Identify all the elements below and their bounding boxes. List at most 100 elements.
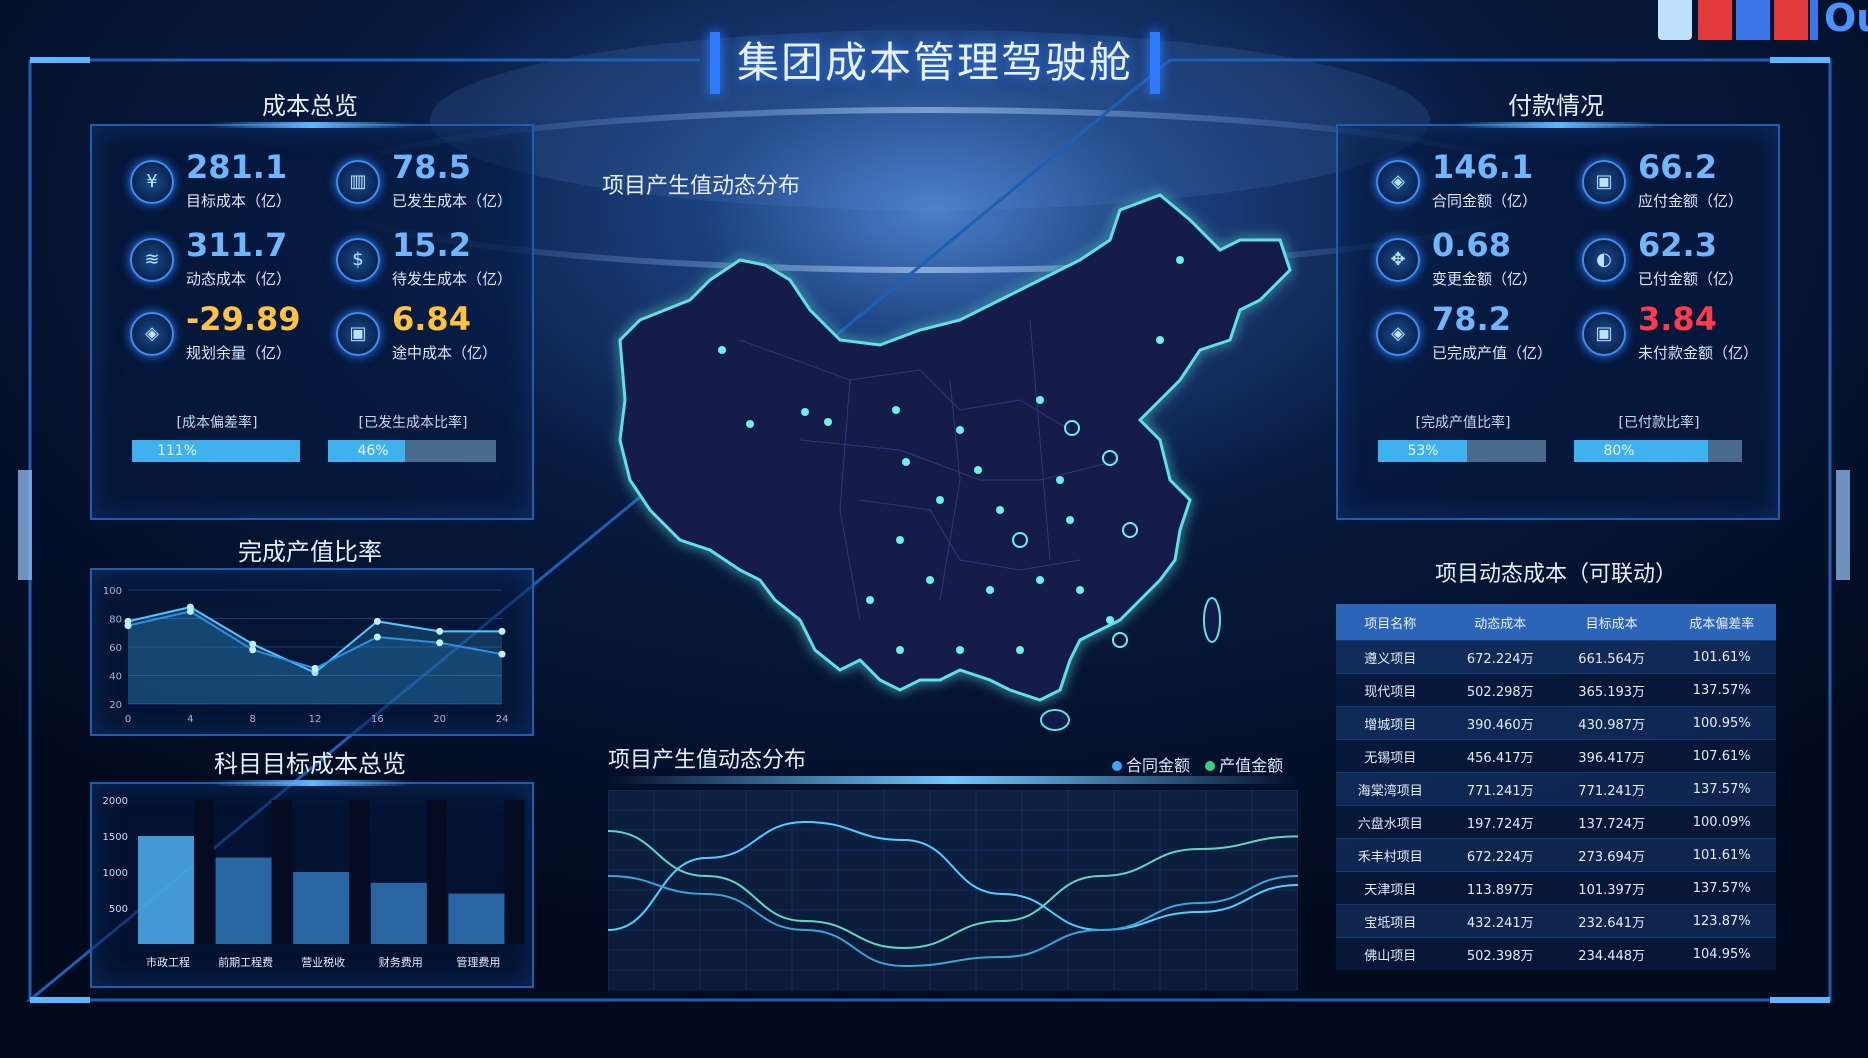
table-cell: 100.95%	[1667, 706, 1776, 740]
table-cell: 234.448万	[1555, 937, 1668, 970]
table-cell: 502.298万	[1444, 673, 1556, 707]
payment-title: 付款情况	[1508, 92, 1604, 120]
ratio-label: [完成产值比率]	[1415, 415, 1511, 431]
ratio-label: [已付款比率]	[1618, 415, 1700, 431]
table-cell: 宝坻项目	[1336, 904, 1445, 938]
kpi-value: 311.7	[186, 226, 288, 264]
x-tick-label: 0	[125, 714, 131, 725]
output-ratio-title: 完成产值比率	[238, 538, 382, 566]
box-icon: ▣	[1582, 160, 1626, 204]
kpi-card: ▣ 66.2 应付金额（亿）	[1582, 148, 1782, 216]
y-tick-label: 1500	[103, 832, 128, 843]
bar-shadow	[504, 800, 525, 944]
ratio-progress-bar: 46%	[328, 440, 496, 462]
table-cell: 430.987万	[1555, 706, 1668, 740]
data-point	[498, 650, 506, 658]
table-cell: 432.241万	[1444, 904, 1556, 938]
kpi-card: ¥281.1 目标成本（亿）	[130, 148, 330, 216]
ratio-progress-bar: 111%	[132, 440, 300, 462]
brand-text: Ou	[1824, 0, 1868, 40]
table-cell: 现代项目	[1336, 673, 1445, 707]
table-row[interactable]: 现代项目 502.298万 365.193万 137.57%	[1336, 673, 1776, 707]
page-header: 集团成本管理驾驶舱	[700, 28, 1170, 98]
data-point	[124, 622, 132, 630]
kpi-card: ◈ 146.1 合同金额（亿）	[1376, 148, 1576, 216]
ratio-value: 53%	[1407, 443, 1439, 459]
table-cell: 104.95%	[1667, 937, 1776, 970]
data-point	[249, 646, 257, 654]
table-cell: 113.897万	[1444, 871, 1556, 905]
hainan-island	[1040, 709, 1070, 731]
table-row[interactable]: 遵义项目 672.224万 661.564万 101.61%	[1336, 640, 1776, 674]
kpi-label: 目标成本（亿）	[186, 192, 292, 210]
y-tick-label: 20	[109, 700, 122, 711]
y-tick-label: 100	[103, 586, 122, 597]
x-tick-label: 市政工程	[146, 955, 190, 969]
bar-shadow	[194, 800, 214, 944]
bar-shadow	[349, 800, 370, 944]
bar	[293, 872, 350, 944]
panel-glow	[212, 122, 412, 128]
kpi-label: 应付金额（亿）	[1638, 192, 1744, 210]
kpi-label: 待发生成本（亿）	[392, 270, 513, 288]
table-cell: 123.87%	[1667, 904, 1776, 938]
chart-icon: ▥	[336, 160, 380, 204]
china-outline	[618, 193, 1292, 702]
kpi-value: 78.5	[392, 148, 471, 186]
kpi-label: 未付款金额（亿）	[1638, 344, 1759, 362]
ratio-value: 80%	[1603, 443, 1635, 459]
kpi-value: 6.84	[392, 300, 471, 338]
kpi-value: 281.1	[186, 148, 288, 186]
x-tick-label: 16	[371, 714, 384, 725]
y-tick-label: 40	[109, 672, 122, 683]
table-row[interactable]: 禾丰村项目 672.224万 273.694万 101.61%	[1336, 838, 1776, 872]
kpi-value: 66.2	[1638, 148, 1717, 186]
kpi-card: ◈ 78.2 已完成产值（亿）	[1376, 300, 1576, 368]
kpi-label: 途中成本（亿）	[392, 344, 498, 362]
table-row[interactable]: 六盘水项目 197.724万 137.724万 100.09%	[1336, 805, 1776, 839]
column-header: 项目名称	[1336, 604, 1445, 641]
wave-chart	[608, 790, 1298, 991]
wave-glow	[608, 776, 1298, 784]
bar	[138, 836, 194, 944]
data-point	[186, 607, 194, 615]
data-point	[498, 627, 506, 635]
column-header: 目标成本	[1555, 604, 1668, 641]
bar-shadow	[426, 800, 447, 944]
table-row[interactable]: 无锡项目 456.417万 396.417万 107.61%	[1336, 739, 1776, 773]
table-cell: 273.694万	[1555, 838, 1668, 872]
table-cell: 137.57%	[1667, 871, 1776, 905]
table-row[interactable]: 增城项目 390.460万 430.987万 100.95%	[1336, 706, 1776, 740]
table-cell: 137.57%	[1667, 772, 1776, 806]
table-cell: 六盘水项目	[1336, 805, 1445, 839]
table-cell: 661.564万	[1555, 640, 1668, 674]
kpi-value: 3.84	[1638, 300, 1717, 338]
y-tick-label: 1000	[103, 868, 128, 879]
bar	[448, 893, 505, 944]
x-tick-label: 12	[309, 714, 322, 725]
table-cell: 100.09%	[1667, 805, 1776, 839]
kpi-card: $15.2 待发生成本（亿）	[336, 226, 536, 294]
table-cell: 672.224万	[1444, 640, 1556, 674]
map-legend: 合同金额 产值金额	[1112, 752, 1283, 776]
table-cell: 502.398万	[1444, 937, 1556, 970]
table-row[interactable]: 天津项目 113.897万 101.397万 137.57%	[1336, 871, 1776, 905]
x-tick-label: 管理费用	[456, 955, 500, 969]
table-row[interactable]: 海棠湾项目 771.241万 771.241万 137.57%	[1336, 772, 1776, 806]
project-table-title: 项目动态成本（可联动）	[1434, 562, 1677, 587]
table-cell: 遵义项目	[1336, 640, 1445, 674]
table-row[interactable]: 佛山项目 502.398万 234.448万 104.95%	[1336, 937, 1776, 970]
legend-dot-icon	[1205, 761, 1216, 771]
project-cost-table: 项目名称 动态成本 目标成本 成本偏差率 遵义项目 672.224万 661.564万 101…	[1336, 604, 1776, 970]
title-right-cap	[1150, 32, 1160, 94]
table-cell: 增城项目	[1336, 706, 1445, 740]
table-cell: 197.724万	[1444, 805, 1556, 839]
kpi-label: 合同金额（亿）	[1432, 192, 1538, 210]
table-header-row: 项目名称 动态成本 目标成本 成本偏差率	[1336, 604, 1776, 641]
table-cell: 101.61%	[1667, 838, 1776, 872]
kpi-label: 动态成本（亿）	[186, 270, 292, 288]
table-row[interactable]: 宝坻项目 432.241万 232.641万 123.87%	[1336, 904, 1776, 938]
ratio-label: [已发生成本比率]	[358, 415, 468, 431]
bar	[370, 882, 427, 944]
y-tick-label: 60	[109, 643, 122, 654]
